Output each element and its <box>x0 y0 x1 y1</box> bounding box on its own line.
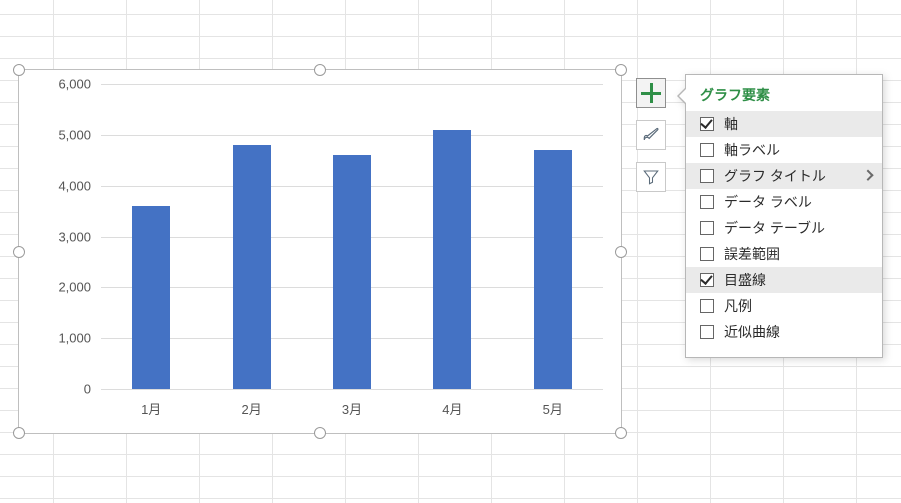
chart-element-option[interactable]: 目盛線 <box>686 267 882 293</box>
brush-icon <box>641 125 661 145</box>
gridline <box>101 389 603 390</box>
option-label: 軸 <box>724 114 738 134</box>
chart-element-option[interactable]: 凡例 <box>686 293 882 319</box>
chart-element-option[interactable]: グラフ タイトル <box>686 163 882 189</box>
chart-elements-button[interactable] <box>636 78 666 108</box>
resize-handle[interactable] <box>314 427 326 439</box>
resize-handle[interactable] <box>615 427 627 439</box>
chart-element-option[interactable]: 軸 <box>686 111 882 137</box>
popover-title: グラフ要素 <box>686 83 882 111</box>
y-axis-tick-label: 6,000 <box>58 77 91 92</box>
chevron-right-icon <box>862 170 873 181</box>
x-axis-tick-label: 4月 <box>442 399 462 418</box>
resize-handle[interactable] <box>13 246 25 258</box>
y-axis-tick-label: 5,000 <box>58 127 91 142</box>
bar[interactable] <box>233 145 271 389</box>
chart-filter-button[interactable] <box>636 162 666 192</box>
checkbox[interactable] <box>700 169 714 183</box>
x-axis-tick-label: 5月 <box>543 399 563 418</box>
chart-element-option[interactable]: 近似曲線 <box>686 319 882 345</box>
popover-items: 軸軸ラベルグラフ タイトルデータ ラベルデータ テーブル誤差範囲目盛線凡例近似曲… <box>686 111 882 345</box>
checkbox[interactable] <box>700 299 714 313</box>
funnel-icon <box>642 168 660 186</box>
resize-handle[interactable] <box>615 246 627 258</box>
y-axis-tick-label: 2,000 <box>58 280 91 295</box>
bar[interactable] <box>534 150 572 389</box>
checkbox[interactable] <box>700 247 714 261</box>
option-label: 軸ラベル <box>724 140 780 160</box>
y-axis-tick-label: 4,000 <box>58 178 91 193</box>
resize-handle[interactable] <box>314 64 326 76</box>
x-axis-tick-label: 2月 <box>241 399 261 418</box>
option-label: データ ラベル <box>724 192 812 212</box>
y-axis-tick-label: 1,000 <box>58 331 91 346</box>
checkbox[interactable] <box>700 117 714 131</box>
gridline <box>101 84 603 85</box>
bar[interactable] <box>132 206 170 389</box>
chart-styles-button[interactable] <box>636 120 666 150</box>
option-label: 凡例 <box>724 296 752 316</box>
checkbox[interactable] <box>700 143 714 157</box>
option-label: 近似曲線 <box>724 322 780 342</box>
y-axis-tick-label: 3,000 <box>58 229 91 244</box>
gridline <box>101 135 603 136</box>
checkbox[interactable] <box>700 325 714 339</box>
option-label: 目盛線 <box>724 270 766 290</box>
y-axis-tick-label: 0 <box>84 382 91 397</box>
bar[interactable] <box>333 155 371 389</box>
option-label: グラフ タイトル <box>724 166 826 186</box>
chart-element-option[interactable]: 誤差範囲 <box>686 241 882 267</box>
option-label: 誤差範囲 <box>724 244 780 264</box>
plus-icon <box>650 83 653 103</box>
chart-object[interactable]: 0 1,000 2,000 3,000 4,000 5,000 6,000 1月 2月 3月 4月 5… <box>18 69 622 434</box>
checkbox[interactable] <box>700 273 714 287</box>
chart-element-option[interactable]: データ テーブル <box>686 215 882 241</box>
chart-elements-popover: グラフ要素 軸軸ラベルグラフ タイトルデータ ラベルデータ テーブル誤差範囲目盛… <box>685 74 883 358</box>
checkbox[interactable] <box>700 195 714 209</box>
chart-element-option[interactable]: 軸ラベル <box>686 137 882 163</box>
x-axis-tick-label: 1月 <box>141 399 161 418</box>
plot-area: 01,0002,0003,0004,0005,0006,0001月2月3月4月5… <box>101 84 603 389</box>
option-label: データ テーブル <box>724 218 825 238</box>
chart-element-option[interactable]: データ ラベル <box>686 189 882 215</box>
resize-handle[interactable] <box>13 427 25 439</box>
resize-handle[interactable] <box>615 64 627 76</box>
x-axis-tick-label: 3月 <box>342 399 362 418</box>
bar[interactable] <box>433 130 471 389</box>
checkbox[interactable] <box>700 221 714 235</box>
resize-handle[interactable] <box>13 64 25 76</box>
